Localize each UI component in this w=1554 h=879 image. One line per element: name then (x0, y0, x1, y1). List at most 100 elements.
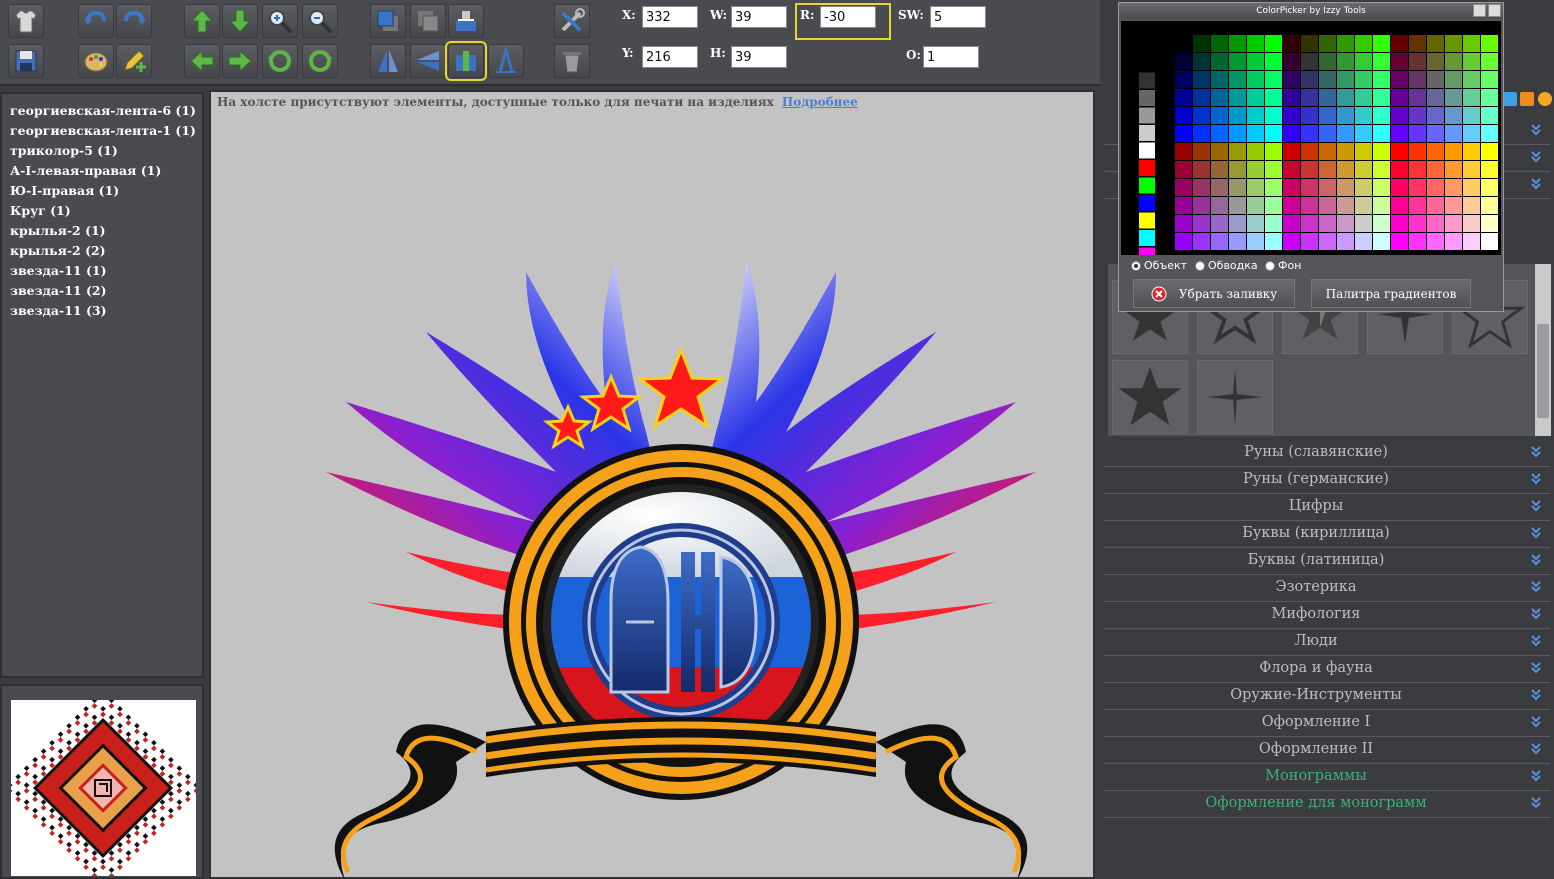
color-swatch[interactable] (1463, 71, 1480, 88)
color-swatch[interactable] (1265, 143, 1282, 160)
color-swatch[interactable] (1373, 233, 1390, 250)
x-input[interactable] (642, 6, 698, 28)
category-row[interactable]: Цифры (1104, 494, 1550, 521)
color-swatch[interactable] (1193, 161, 1210, 178)
color-swatch[interactable] (1373, 107, 1390, 124)
color-swatch[interactable] (1481, 143, 1498, 160)
color-swatch[interactable] (1409, 233, 1426, 250)
color-swatch[interactable] (1247, 125, 1264, 142)
color-swatch[interactable] (1391, 53, 1408, 70)
color-swatch[interactable] (1229, 89, 1246, 106)
color-swatch[interactable] (1463, 125, 1480, 142)
layer-item[interactable]: Ю-I-правая (1) (10, 181, 202, 201)
color-swatch[interactable] (1463, 215, 1480, 232)
color-swatch[interactable] (1445, 179, 1462, 196)
color-swatch[interactable] (1211, 35, 1228, 52)
category-row[interactable]: Оружие-Инструменты (1104, 683, 1550, 710)
color-swatch[interactable] (1319, 197, 1336, 214)
color-swatch[interactable] (1409, 143, 1426, 160)
color-swatch[interactable] (1391, 71, 1408, 88)
category-row[interactable]: Буквы (латиница) (1104, 548, 1550, 575)
color-swatch[interactable] (1175, 143, 1192, 160)
color-swatch[interactable] (1139, 230, 1155, 246)
color-swatch[interactable] (1283, 179, 1300, 196)
color-swatch[interactable] (1283, 35, 1300, 52)
color-swatch[interactable] (1391, 233, 1408, 250)
color-swatch[interactable] (1355, 71, 1372, 88)
color-swatch[interactable] (1283, 161, 1300, 178)
color-swatch[interactable] (1427, 233, 1444, 250)
color-swatch[interactable] (1481, 215, 1498, 232)
remove-fill-button[interactable]: Убрать заливку (1133, 279, 1295, 308)
color-swatch[interactable] (1373, 89, 1390, 106)
color-swatch[interactable] (1319, 125, 1336, 142)
color-swatch[interactable] (1445, 35, 1462, 52)
color-swatch[interactable] (1427, 215, 1444, 232)
layer-item[interactable]: звезда-11 (2) (10, 281, 202, 301)
category-row[interactable]: Оформление для монограмм (1104, 791, 1550, 818)
color-swatch[interactable] (1193, 89, 1210, 106)
color-swatch[interactable] (1427, 53, 1444, 70)
color-swatch[interactable] (1445, 71, 1462, 88)
opacity-input[interactable] (923, 46, 979, 68)
category-row[interactable]: Руны (славянские) (1104, 440, 1550, 467)
color-swatch[interactable] (1373, 35, 1390, 52)
color-swatch[interactable] (1139, 177, 1155, 194)
rotate-ccw-icon[interactable] (262, 44, 298, 78)
category-row[interactable]: Руны (германские) (1104, 467, 1550, 494)
color-swatch[interactable] (1337, 215, 1354, 232)
odnoklassniki-icon[interactable] (1520, 92, 1534, 106)
color-swatch[interactable] (1139, 55, 1155, 71)
color-swatch[interactable] (1265, 125, 1282, 142)
color-swatch[interactable] (1301, 143, 1318, 160)
scrollbar-thumb[interactable] (1537, 324, 1549, 418)
color-swatch[interactable] (1373, 197, 1390, 214)
shapes-scrollbar[interactable] (1535, 264, 1551, 436)
color-swatch[interactable] (1481, 179, 1498, 196)
color-swatch[interactable] (1391, 107, 1408, 124)
zoom-in-icon[interactable] (262, 4, 298, 38)
color-swatch[interactable] (1247, 215, 1264, 232)
color-swatch[interactable] (1337, 179, 1354, 196)
category-row[interactable]: Мифология (1104, 602, 1550, 629)
color-swatch[interactable] (1247, 35, 1264, 52)
color-swatch[interactable] (1355, 125, 1372, 142)
color-swatch[interactable] (1265, 179, 1282, 196)
color-swatch[interactable] (1229, 161, 1246, 178)
color-swatch[interactable] (1445, 107, 1462, 124)
layer-item[interactable]: георгиевская-лента-1 (1) (10, 121, 202, 141)
color-swatch[interactable] (1373, 215, 1390, 232)
radio-stroke[interactable]: Обводка (1195, 259, 1258, 272)
color-swatch[interactable] (1283, 125, 1300, 142)
radio-object[interactable]: Объект (1131, 259, 1187, 272)
rotation-input[interactable] (820, 6, 876, 28)
color-swatch[interactable] (1283, 197, 1300, 214)
color-swatch[interactable] (1409, 125, 1426, 142)
color-swatch[interactable] (1481, 125, 1498, 142)
color-swatch[interactable] (1265, 107, 1282, 124)
color-swatch[interactable] (1229, 71, 1246, 88)
color-swatch[interactable] (1265, 161, 1282, 178)
color-swatch[interactable] (1373, 179, 1390, 196)
category-row[interactable]: Буквы (кириллица) (1104, 521, 1550, 548)
twitter-icon[interactable] (1503, 92, 1517, 106)
color-swatch[interactable] (1283, 143, 1300, 160)
color-swatch[interactable] (1301, 233, 1318, 250)
color-swatch[interactable] (1427, 107, 1444, 124)
flip-vertical-icon[interactable] (370, 44, 406, 78)
color-swatch[interactable] (1445, 215, 1462, 232)
color-swatch[interactable] (1319, 35, 1336, 52)
color-swatch[interactable] (1337, 233, 1354, 250)
color-swatch[interactable] (1481, 71, 1498, 88)
color-swatch[interactable] (1355, 197, 1372, 214)
color-swatch[interactable] (1247, 233, 1264, 250)
move-down-icon[interactable] (222, 4, 258, 38)
color-swatch[interactable] (1211, 125, 1228, 142)
radio-dot[interactable] (1195, 260, 1205, 271)
color-swatch[interactable] (1229, 107, 1246, 124)
color-swatch[interactable] (1445, 233, 1462, 250)
color-swatch[interactable] (1301, 215, 1318, 232)
color-swatch[interactable] (1391, 125, 1408, 142)
send-back-icon[interactable] (410, 4, 446, 38)
color-swatch[interactable] (1481, 35, 1498, 52)
